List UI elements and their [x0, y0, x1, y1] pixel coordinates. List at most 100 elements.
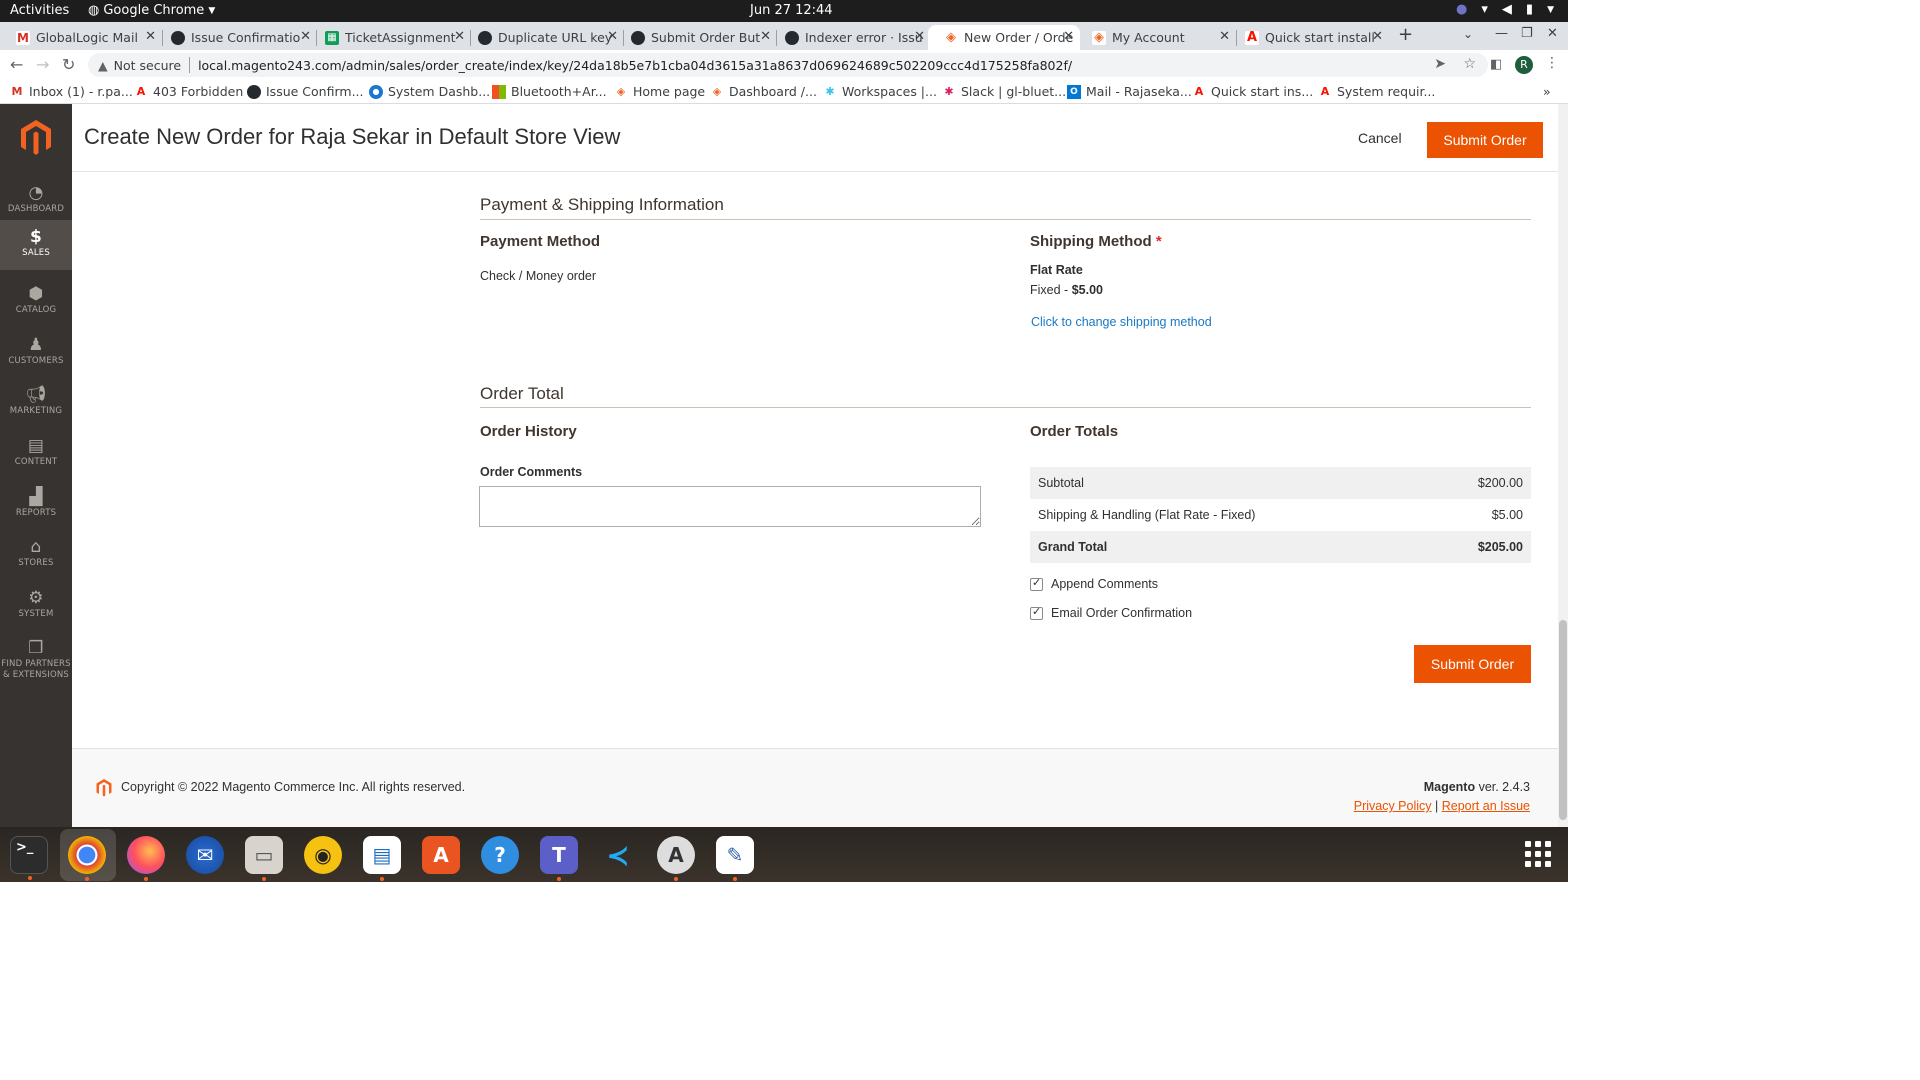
magento-icon: ◈: [944, 30, 958, 45]
minimize-icon[interactable]: —: [1495, 26, 1508, 41]
gmail-icon: M: [11, 85, 23, 98]
order-comments-label: Order Comments: [480, 465, 583, 479]
clock[interactable]: Jun 27 12:44: [750, 3, 833, 18]
bookmark-slack[interactable]: ✱ Slack | gl-bluet...: [942, 84, 1066, 99]
help-icon[interactable]: ?: [481, 836, 519, 874]
cancel-button[interactable]: Cancel: [1358, 130, 1402, 146]
submit-order-button-top[interactable]: Submit Order: [1427, 122, 1543, 158]
close-icon[interactable]: ✕: [1063, 29, 1074, 44]
new-tab-button[interactable]: +: [1398, 24, 1413, 45]
link-separator: |: [1435, 799, 1439, 813]
share-icon[interactable]: ➤: [1434, 56, 1446, 72]
kebab-menu-icon[interactable]: ⋮: [1545, 55, 1559, 71]
magento-logo-icon[interactable]: [20, 120, 52, 156]
url-text[interactable]: local.magento243.com/admin/sales/order_c…: [198, 58, 1072, 73]
nav-label: MARKETING: [9, 406, 63, 416]
bookmark-mail[interactable]: O Mail - Rajaseka...: [1067, 84, 1192, 99]
firefox-icon[interactable]: [127, 836, 165, 881]
nav-customers[interactable]: ♟ CUSTOMERS: [0, 328, 72, 378]
security-status[interactable]: Not secure: [114, 58, 181, 73]
tab-new-order[interactable]: ◈ New Order / Orde ✕: [928, 25, 1080, 50]
shipping-rate-price: $5.00: [1071, 283, 1103, 297]
tab-search-chevron-icon[interactable]: ⌄: [1463, 27, 1473, 41]
tab-submit-order-button[interactable]: Submit Order But ✕: [615, 25, 777, 50]
sheets-icon: ▦: [325, 30, 339, 45]
nav-label: SYSTEM: [18, 609, 54, 619]
bookmark-system-requirements[interactable]: A System requir...: [1318, 84, 1436, 99]
tab-indexer-error[interactable]: Indexer error · Issu ✕: [769, 25, 931, 50]
close-icon[interactable]: ✕: [914, 29, 925, 44]
battery-icon: ▮: [1525, 2, 1534, 17]
software-icon[interactable]: A: [422, 836, 460, 874]
activities-button[interactable]: Activities: [10, 3, 69, 18]
terminal-icon[interactable]: >_: [10, 836, 48, 880]
bookmark-label: Home page: [633, 84, 706, 99]
system-tray[interactable]: ● ▾ ◀ ▮ ▼: [1456, 2, 1554, 17]
bookmark-star-icon[interactable]: ☆: [1463, 56, 1476, 72]
privacy-policy-link[interactable]: Privacy Policy: [1354, 799, 1432, 813]
checkbox-checked[interactable]: [1030, 576, 1043, 591]
text-editor-icon[interactable]: ✎: [716, 836, 754, 881]
app-menu[interactable]: ◍ Google Chrome ▼: [88, 3, 215, 18]
nav-catalog[interactable]: ⬢ CATALOG: [0, 277, 72, 327]
bookmark-bluetooth[interactable]: Bluetooth+Ar...: [492, 84, 607, 99]
profile-avatar[interactable]: R: [1515, 56, 1533, 74]
nav-stores[interactable]: ⌂ STORES: [0, 530, 72, 580]
nav-dashboard[interactable]: ◔ DASHBOARD: [0, 176, 72, 226]
bookmarks-overflow-icon[interactable]: »: [1543, 84, 1551, 99]
bookmark-workspaces[interactable]: ✱ Workspaces |...: [823, 84, 937, 99]
nav-find-partners[interactable]: ❒ FIND PARTNERS & EXTENSIONS: [0, 631, 72, 691]
adobe-icon: A: [1245, 30, 1259, 45]
bookmark-quick-start[interactable]: A Quick start ins...: [1192, 84, 1314, 99]
tab-quick-start-install[interactable]: A Quick start install ✕: [1229, 25, 1389, 50]
close-icon[interactable]: ✕: [1372, 29, 1383, 44]
nav-system[interactable]: ⚙ SYSTEM: [0, 581, 72, 631]
tab-duplicate-url-key[interactable]: Duplicate URL key ✕: [462, 25, 624, 50]
change-shipping-method-link[interactable]: Click to change shipping method: [1031, 315, 1212, 329]
thunderbird-icon[interactable]: ✉: [186, 836, 224, 874]
append-comments-checkbox[interactable]: Append Comments: [1030, 576, 1158, 591]
dashboard-icon: ◔: [28, 183, 44, 203]
show-applications-icon[interactable]: [1525, 841, 1551, 867]
tab-globallogic-mail[interactable]: M GlobalLogic Mail ✕: [0, 25, 162, 50]
email-confirmation-checkbox[interactable]: Email Order Confirmation: [1030, 605, 1192, 620]
writer-icon[interactable]: ▤: [363, 836, 401, 881]
report-issue-link[interactable]: Report an Issue: [1442, 799, 1530, 813]
submit-order-button-bottom[interactable]: Submit Order: [1414, 645, 1531, 683]
checkbox-checked[interactable]: [1030, 605, 1043, 620]
bookmark-dashboard[interactable]: ◈ Dashboard /...: [710, 84, 817, 99]
teams-icon[interactable]: T: [540, 836, 578, 881]
side-panel-icon[interactable]: ◧: [1490, 57, 1502, 72]
nav-content[interactable]: ▤ CONTENT: [0, 429, 72, 479]
version-number: ver. 2.4.3: [1475, 780, 1530, 794]
bookmark-system-dashboard[interactable]: ● System Dashb...: [369, 84, 490, 99]
rhythmbox-icon[interactable]: ◉: [304, 836, 342, 874]
chrome-icon[interactable]: [68, 836, 106, 881]
bookmark-home-page[interactable]: ◈ Home page: [614, 84, 705, 99]
restore-icon[interactable]: ❐: [1521, 26, 1533, 41]
nav-reports[interactable]: ▟ REPORTS: [0, 480, 72, 530]
footer-links: Privacy Policy | Report an Issue: [1354, 799, 1530, 813]
tab-ticket-assignment[interactable]: ▦ TicketAssignment ✕: [309, 25, 471, 50]
updater-icon[interactable]: A: [657, 836, 695, 881]
cubes-icon: ❒: [28, 638, 44, 658]
order-comments-textarea[interactable]: [479, 486, 981, 527]
bookmark-issue-confirm[interactable]: Issue Confirm...: [247, 84, 364, 99]
reload-icon[interactable]: ↻: [62, 55, 75, 74]
tab-issue-confirmation[interactable]: Issue Confirmatio ✕: [155, 25, 317, 50]
nav-marketing[interactable]: 📢︎ MARKETING: [0, 378, 72, 428]
address-bar[interactable]: ▲ Not secure local.magento243.com/admin/…: [88, 53, 1488, 77]
magento-logo-icon: [96, 779, 112, 797]
bar-chart-icon: ▟: [29, 487, 43, 507]
files-icon[interactable]: ▭: [245, 836, 283, 881]
nav-sales[interactable]: $ SALES: [0, 220, 72, 270]
back-arrow-icon[interactable]: ←: [10, 55, 23, 74]
tab-my-account[interactable]: ◈ My Account ✕: [1076, 25, 1236, 50]
forward-arrow-icon[interactable]: →: [36, 55, 49, 74]
bookmark-label: 403 Forbidden: [153, 84, 244, 99]
window-close-icon[interactable]: ✕: [1547, 26, 1558, 41]
bookmark-inbox[interactable]: M Inbox (1) - r.pa...: [10, 84, 133, 99]
vscode-icon[interactable]: ≺: [599, 836, 637, 874]
bookmark-403-forbidden[interactable]: A 403 Forbidden: [134, 84, 244, 99]
page-scrollbar-thumb[interactable]: [1559, 620, 1567, 820]
